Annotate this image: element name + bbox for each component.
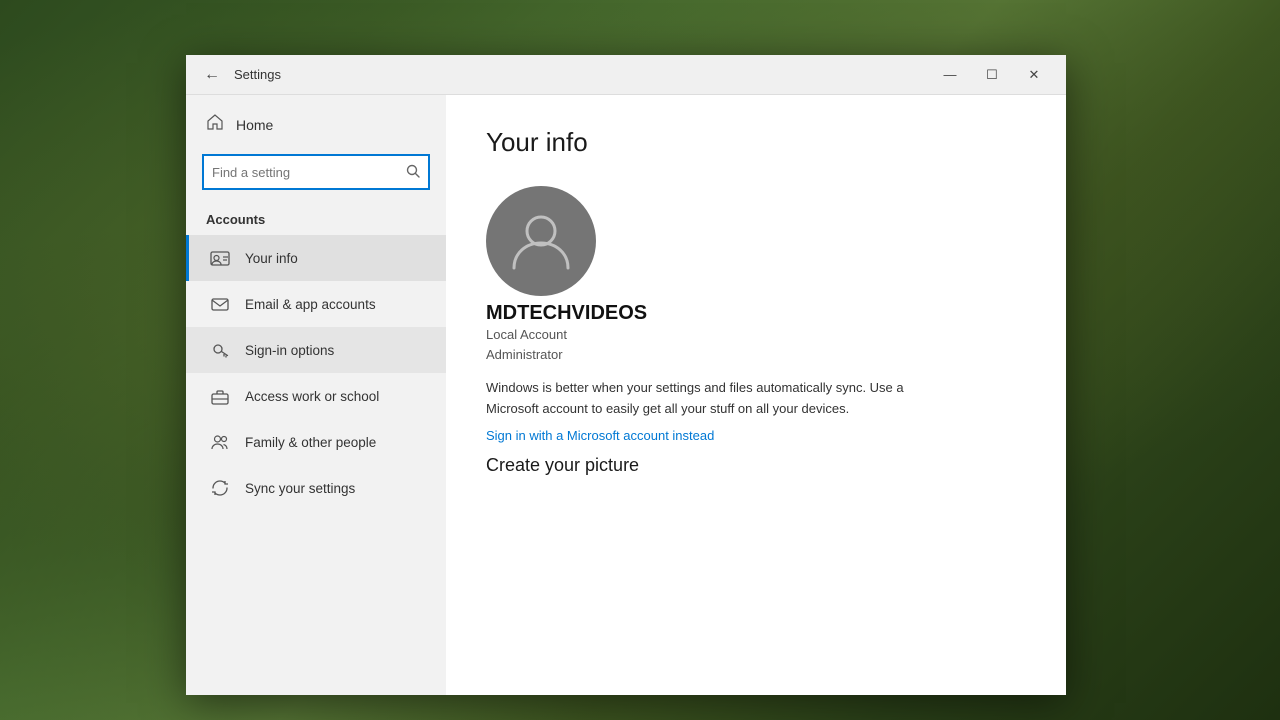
- sign-in-options-label: Sign-in options: [245, 343, 334, 358]
- search-icon: [406, 164, 420, 181]
- back-button[interactable]: ←: [198, 61, 226, 89]
- avatar: [486, 186, 596, 296]
- maximize-button[interactable]: ☐: [972, 60, 1012, 90]
- sync-description: Windows is better when your settings and…: [486, 378, 946, 420]
- email-icon: [209, 293, 231, 315]
- minimize-button[interactable]: —: [930, 60, 970, 90]
- title-bar: ← Settings — ☐ ✕: [186, 55, 1066, 95]
- home-icon: [206, 113, 224, 136]
- sidebar-item-sync-settings[interactable]: Sync your settings: [186, 465, 446, 511]
- microsoft-account-link[interactable]: Sign in with a Microsoft account instead: [486, 428, 714, 443]
- sidebar-item-sign-in-options[interactable]: Sign-in options: [186, 327, 446, 373]
- search-container: [186, 146, 446, 198]
- person-card-icon: [209, 247, 231, 269]
- people-icon: [209, 431, 231, 453]
- your-info-label: Your info: [245, 251, 298, 266]
- search-box: [202, 154, 430, 190]
- sidebar-item-your-info[interactable]: Your info: [186, 235, 446, 281]
- account-type-info: Local Account Administrator: [486, 325, 1026, 364]
- username: MDTECHVIDEOS: [486, 302, 1026, 325]
- access-work-school-label: Access work or school: [245, 389, 379, 404]
- email-app-accounts-label: Email & app accounts: [245, 297, 376, 312]
- briefcase-icon: [209, 385, 231, 407]
- search-input[interactable]: [212, 165, 406, 180]
- sync-settings-label: Sync your settings: [245, 481, 355, 496]
- sidebar-item-email-app-accounts[interactable]: Email & app accounts: [186, 281, 446, 327]
- page-title: Your info: [486, 127, 1026, 158]
- sidebar-item-home[interactable]: Home: [186, 103, 446, 146]
- family-other-people-label: Family & other people: [245, 435, 376, 450]
- account-type-line2: Administrator: [486, 345, 1026, 365]
- sync-icon: [209, 477, 231, 499]
- sidebar: Home Accounts: [186, 95, 446, 695]
- settings-window: ← Settings — ☐ ✕ Home: [186, 55, 1066, 695]
- sidebar-item-family-other-people[interactable]: Family & other people: [186, 419, 446, 465]
- window-body: Home Accounts: [186, 95, 1066, 695]
- main-content: Your info MDTECHVIDEOS Local Account Adm…: [446, 95, 1066, 695]
- key-icon: [209, 339, 231, 361]
- close-button[interactable]: ✕: [1014, 60, 1054, 90]
- window-title: Settings: [234, 67, 930, 82]
- home-label: Home: [236, 117, 273, 133]
- accounts-section-heading: Accounts: [186, 206, 446, 233]
- create-picture-heading: Create your picture: [486, 455, 1026, 476]
- person-silhouette-icon: [506, 206, 576, 276]
- window-controls: — ☐ ✕: [930, 60, 1054, 90]
- sidebar-item-access-work-school[interactable]: Access work or school: [186, 373, 446, 419]
- account-type-line1: Local Account: [486, 325, 1026, 345]
